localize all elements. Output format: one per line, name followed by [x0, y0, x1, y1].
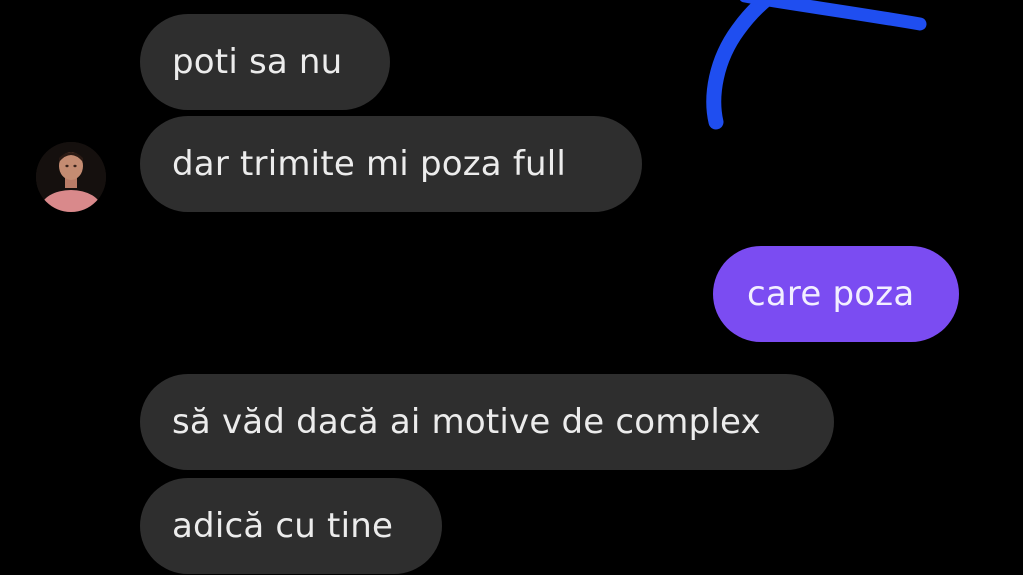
chat-thread: poti sa nu dar trimite mi poza full care…	[0, 0, 1023, 575]
message-bubble-incoming[interactable]: poti sa nu	[140, 14, 390, 110]
contact-avatar[interactable]	[36, 142, 106, 212]
message-text: care poza	[747, 274, 915, 314]
message-text: adică cu tine	[172, 506, 394, 546]
message-bubble-incoming[interactable]: adică cu tine	[140, 478, 442, 574]
message-text: poti sa nu	[172, 42, 343, 82]
message-bubble-incoming[interactable]: dar trimite mi poza full	[140, 116, 642, 212]
message-bubble-incoming[interactable]: să văd dacă ai motive de complex	[140, 374, 834, 470]
message-text: să văd dacă ai motive de complex	[172, 402, 761, 442]
message-bubble-outgoing[interactable]: care poza	[713, 246, 959, 342]
avatar-photo-icon	[36, 142, 106, 212]
message-text: dar trimite mi poza full	[172, 144, 567, 184]
